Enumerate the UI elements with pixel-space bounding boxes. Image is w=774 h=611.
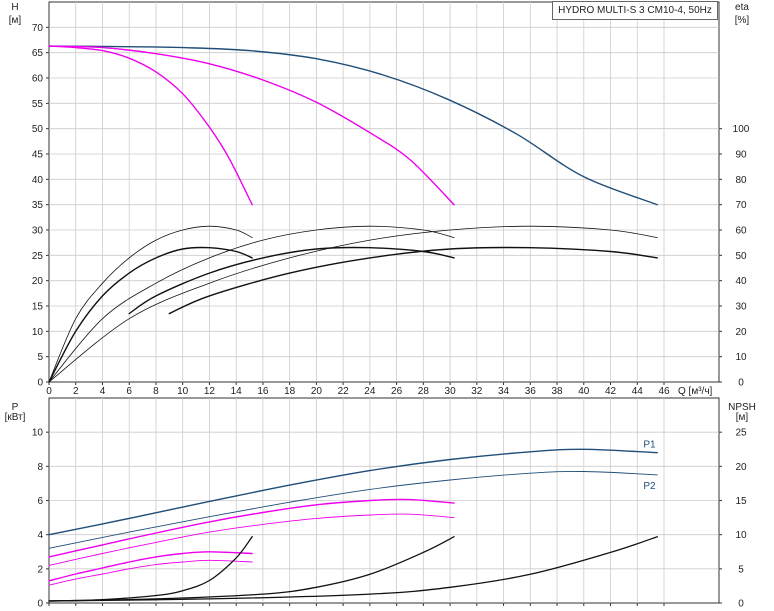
y-tick-label: 15 [32, 302, 44, 313]
y-tick-label: 5 [37, 352, 43, 363]
series-label-p1: P1 [643, 440, 656, 451]
x-tick-label: 44 [632, 386, 644, 397]
y2-tick-label: 100 [733, 124, 750, 135]
x-tick-label: 46 [658, 386, 670, 397]
y2-tick-label: 50 [735, 251, 747, 262]
x-tick-label: 20 [311, 386, 323, 397]
y-axis-unit: [кВт] [5, 412, 26, 423]
y2-tick-label: 30 [735, 302, 747, 313]
x-tick-label: 10 [177, 386, 189, 397]
y2-tick-label: 40 [735, 276, 747, 287]
y-tick-label: 55 [32, 99, 44, 110]
y2-tick-label: 10 [735, 352, 747, 363]
y-tick-label: 20 [32, 276, 44, 287]
y-tick-label: 0 [37, 378, 43, 389]
x-tick-label: 16 [257, 386, 269, 397]
y-tick-label: 70 [32, 23, 44, 34]
y2-tick-label: 0 [738, 599, 744, 610]
head-efficiency-panel: 0 2 4 6 8 10 12 14 16 18 20 22 24 26 28 30 32 34 36 38 40 42 4… [9, 1, 750, 397]
y-tick-label: 0 [37, 599, 43, 610]
y2-tick-label: 20 [735, 327, 747, 338]
x-tick-label: 8 [153, 386, 159, 397]
y-tick-label: 30 [32, 226, 44, 237]
x-tick-label: 14 [231, 386, 243, 397]
y2-tick-label: 90 [735, 150, 747, 161]
x-tick-label: 30 [445, 386, 457, 397]
y-tick-label: 40 [32, 175, 44, 186]
series-label-p2: P2 [643, 481, 656, 492]
plot-frame [48, 1, 720, 383]
y2-tick-label: 60 [735, 226, 747, 237]
x-axis-label: Q [м³/ч] [678, 386, 713, 397]
y2-tick-label: 5 [738, 564, 744, 575]
x-tick-label: 38 [551, 386, 563, 397]
y2-tick-label: 15 [735, 496, 747, 507]
x-tick-label: 26 [391, 386, 403, 397]
y-tick-label: 50 [32, 124, 44, 135]
x-tick-label: 32 [471, 386, 483, 397]
x-tick-label: 36 [525, 386, 537, 397]
y2-tick-label: 25 [735, 428, 747, 439]
x-tick-label: 18 [284, 386, 296, 397]
x-tick-label: 4 [100, 386, 106, 397]
y2-tick-label: 70 [735, 200, 747, 211]
x-tick-label: 34 [498, 386, 510, 397]
x-tick-label: 42 [605, 386, 617, 397]
y-tick-label: 25 [32, 251, 44, 262]
y-tick-label: 65 [32, 48, 44, 59]
x-tick-label: 28 [418, 386, 430, 397]
y-tick-label: 6 [37, 496, 43, 507]
x-tick-label: 0 [46, 386, 52, 397]
y2-tick-label: 20 [735, 462, 747, 473]
y-tick-label: 10 [32, 327, 44, 338]
y-tick-label: 2 [37, 564, 43, 575]
chart-title: HYDRO MULTI-S 3 CM10-4, 50Hz [552, 1, 718, 20]
x-tick-label: 12 [204, 386, 216, 397]
y-axis-unit: [м] [9, 15, 22, 26]
y2-axis-unit: [м] [736, 412, 749, 423]
power-npsh-panel: 02468100510152025P[кВт]NPSH[м]P1P2 [5, 397, 756, 610]
pump-curve-chart: 0 2 4 6 8 10 12 14 16 18 20 22 24 26 28 30 32 34 36 38 40 42 4… [5, 1, 756, 610]
x-tick-label: 24 [364, 386, 376, 397]
y-tick-label: 60 [32, 74, 44, 85]
x-tick-label: 22 [338, 386, 350, 397]
y-tick-label: 8 [37, 462, 43, 473]
y2-tick-label: 10 [735, 530, 747, 541]
x-tick-label: 40 [578, 386, 590, 397]
y2-axis-title: eta [735, 2, 749, 13]
y2-tick-label: 0 [738, 378, 744, 389]
y2-tick-label: 80 [735, 175, 747, 186]
y-tick-label: 35 [32, 200, 44, 211]
y-tick-label: 4 [37, 530, 43, 541]
y-axis-title: H [11, 2, 18, 13]
x-tick-label: 6 [126, 386, 132, 397]
y-tick-label: 45 [32, 150, 44, 161]
x-tick-label: 2 [73, 386, 79, 397]
y2-axis-unit: [%] [735, 15, 750, 26]
y-tick-label: 10 [32, 428, 44, 439]
